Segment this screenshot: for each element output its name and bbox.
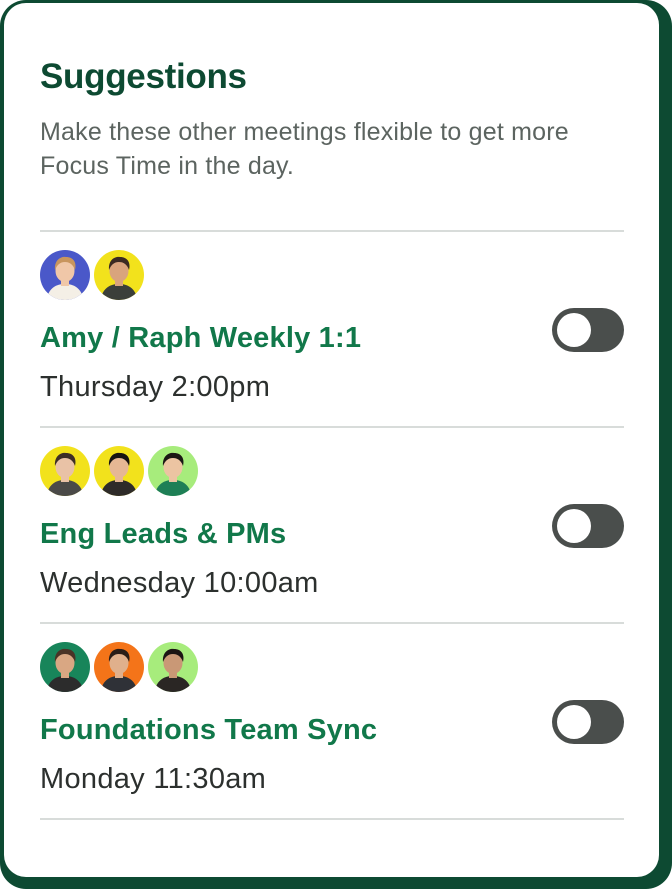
meeting-item-1: Eng Leads & PMs Wednesday 10:00am [40,428,624,624]
meeting-time: Wednesday 10:00am [40,567,319,599]
flexible-toggle[interactable] [552,700,624,744]
avatar [40,446,90,496]
meeting-name: Amy / Raph Weekly 1:1 [40,322,362,354]
avatar [94,250,144,300]
avatar [148,446,198,496]
meeting-name: Foundations Team Sync [40,714,378,746]
toggle-knob [557,705,591,739]
meeting-item-2: Foundations Team Sync Monday 11:30am [40,624,624,820]
card-subtitle: Make these other meetings flexible to ge… [40,118,569,180]
suggestions-card: Suggestions Make these other meetings fl… [4,3,659,877]
avatar [40,250,90,300]
avatar [148,642,198,692]
meeting-name: Eng Leads & PMs [40,518,287,550]
toggle-knob [557,313,591,347]
meeting-time: Thursday 2:00pm [40,371,271,403]
flexible-toggle[interactable] [552,504,624,548]
avatar [94,642,144,692]
card-title: Suggestions [40,57,247,96]
avatar [40,642,90,692]
flexible-toggle[interactable] [552,308,624,352]
toggle-knob [557,509,591,543]
avatar [94,446,144,496]
attendee-avatars [40,446,198,498]
divider [40,818,624,820]
attendee-avatars [40,250,144,302]
meeting-item-0: Amy / Raph Weekly 1:1 Thursday 2:00pm [40,232,624,428]
meeting-time: Monday 11:30am [40,763,267,795]
attendee-avatars [40,642,198,694]
